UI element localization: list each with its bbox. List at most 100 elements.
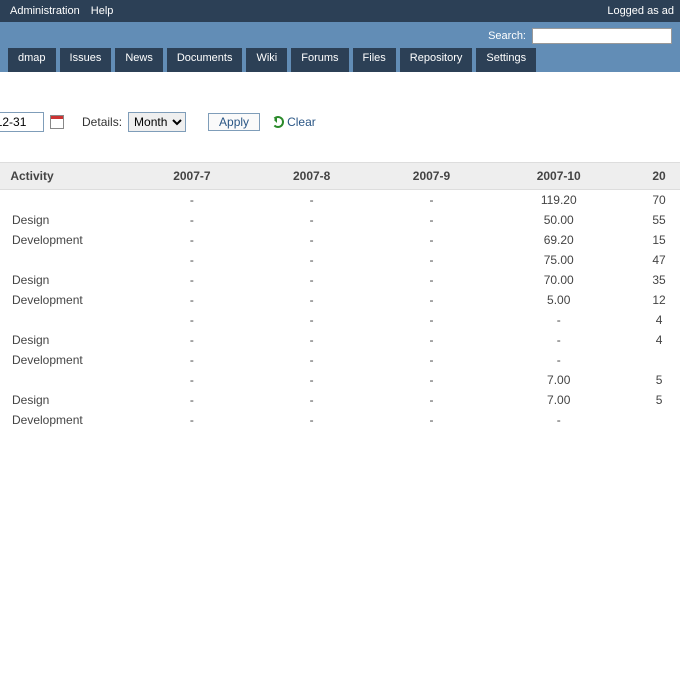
cell-value: 12: [626, 290, 680, 310]
cell-value: -: [491, 330, 626, 350]
col-2007-11: 20: [626, 163, 680, 190]
cell-value: -: [372, 310, 492, 330]
col-2007-10: 2007-10: [491, 163, 626, 190]
tab-documents[interactable]: Documents: [167, 48, 243, 72]
tab-forums[interactable]: Forums: [291, 48, 348, 72]
cell-value: -: [252, 290, 372, 310]
table-row: Development---69.2015: [0, 230, 680, 250]
cell-value: 5: [626, 390, 680, 410]
table-row: ---7.005: [0, 370, 680, 390]
cell-value: -: [252, 330, 372, 350]
tab-news[interactable]: News: [115, 48, 163, 72]
cell-value: -: [252, 190, 372, 211]
cell-value: 4: [626, 310, 680, 330]
cell-activity: Development: [0, 290, 132, 310]
cell-activity: Design: [0, 270, 132, 290]
cell-activity: Development: [0, 410, 132, 430]
calendar-icon[interactable]: [50, 115, 64, 129]
clear-link[interactable]: Clear: [272, 115, 316, 129]
cell-value: -: [372, 210, 492, 230]
cell-value: -: [372, 290, 492, 310]
filter-bar: To: Details: Month Apply Clear: [0, 112, 680, 162]
cell-value: -: [372, 270, 492, 290]
tab-settings[interactable]: Settings: [476, 48, 536, 72]
table-row: Design----4: [0, 330, 680, 350]
search-input[interactable]: [532, 28, 672, 44]
cell-value: 4: [626, 330, 680, 350]
col-activity: Activity: [0, 163, 132, 190]
table-row: ---119.2070: [0, 190, 680, 211]
cell-value: -: [132, 290, 252, 310]
cell-value: -: [132, 250, 252, 270]
table-header-row: Activity 2007-7 2007-8 2007-9 2007-10 20: [0, 163, 680, 190]
table-row: Design---50.0055: [0, 210, 680, 230]
reload-icon: [272, 116, 284, 128]
details-select[interactable]: Month: [128, 112, 186, 132]
report-table: Activity 2007-7 2007-8 2007-9 2007-10 20…: [0, 162, 680, 430]
cell-value: 50.00: [491, 210, 626, 230]
cell-value: -: [252, 230, 372, 250]
table-row: Development----: [0, 410, 680, 430]
to-date-input[interactable]: [0, 112, 44, 132]
cell-value: -: [132, 350, 252, 370]
cell-value: -: [252, 250, 372, 270]
cell-value: -: [252, 370, 372, 390]
cell-value: 7.00: [491, 370, 626, 390]
col-2007-8: 2007-8: [252, 163, 372, 190]
cell-value: -: [372, 190, 492, 211]
search-row: Search:: [8, 28, 672, 48]
tab-roadmap[interactable]: dmap: [8, 48, 56, 72]
cell-activity: Design: [0, 210, 132, 230]
cell-value: 69.20: [491, 230, 626, 250]
cell-value: 5: [626, 370, 680, 390]
cell-value: -: [491, 310, 626, 330]
cell-value: -: [132, 230, 252, 250]
cell-value: -: [372, 250, 492, 270]
cell-value: 5.00: [491, 290, 626, 310]
tab-repository[interactable]: Repository: [400, 48, 473, 72]
header: Search: dmap Issues News Documents Wiki …: [0, 22, 680, 72]
cell-value: 119.20: [491, 190, 626, 211]
cell-value: -: [132, 210, 252, 230]
main-tabs: dmap Issues News Documents Wiki Forums F…: [8, 48, 672, 72]
cell-value: 70.00: [491, 270, 626, 290]
cell-activity: Development: [0, 230, 132, 250]
cell-value: -: [252, 270, 372, 290]
cell-value: -: [372, 350, 492, 370]
cell-value: 55: [626, 210, 680, 230]
clear-label: Clear: [287, 115, 316, 129]
cell-activity: [0, 370, 132, 390]
cell-activity: [0, 190, 132, 211]
cell-activity: Design: [0, 390, 132, 410]
cell-value: [626, 350, 680, 370]
cell-value: -: [132, 270, 252, 290]
cell-value: 47: [626, 250, 680, 270]
cell-value: -: [132, 310, 252, 330]
cell-value: -: [132, 390, 252, 410]
nav-help[interactable]: Help: [91, 5, 114, 17]
content: To: Details: Month Apply Clear Activity …: [0, 72, 680, 430]
cell-value: -: [372, 230, 492, 250]
table-row: Development---5.0012: [0, 290, 680, 310]
cell-activity: Development: [0, 350, 132, 370]
cell-value: -: [132, 370, 252, 390]
cell-value: -: [491, 350, 626, 370]
cell-value: -: [491, 410, 626, 430]
nav-admin[interactable]: Administration: [10, 5, 80, 17]
col-2007-9: 2007-9: [372, 163, 492, 190]
tab-wiki[interactable]: Wiki: [246, 48, 287, 72]
cell-value: [626, 410, 680, 430]
table-row: Development----: [0, 350, 680, 370]
tab-files[interactable]: Files: [353, 48, 396, 72]
apply-button[interactable]: Apply: [208, 113, 260, 131]
tab-issues[interactable]: Issues: [60, 48, 112, 72]
cell-activity: [0, 250, 132, 270]
cell-activity: [0, 310, 132, 330]
top-menu: Administration Help Logged as ad: [0, 0, 680, 22]
details-label: Details:: [82, 115, 122, 129]
cell-value: -: [132, 330, 252, 350]
table-row: Design---7.005: [0, 390, 680, 410]
cell-value: -: [132, 410, 252, 430]
cell-value: -: [252, 410, 372, 430]
cell-value: 70: [626, 190, 680, 211]
